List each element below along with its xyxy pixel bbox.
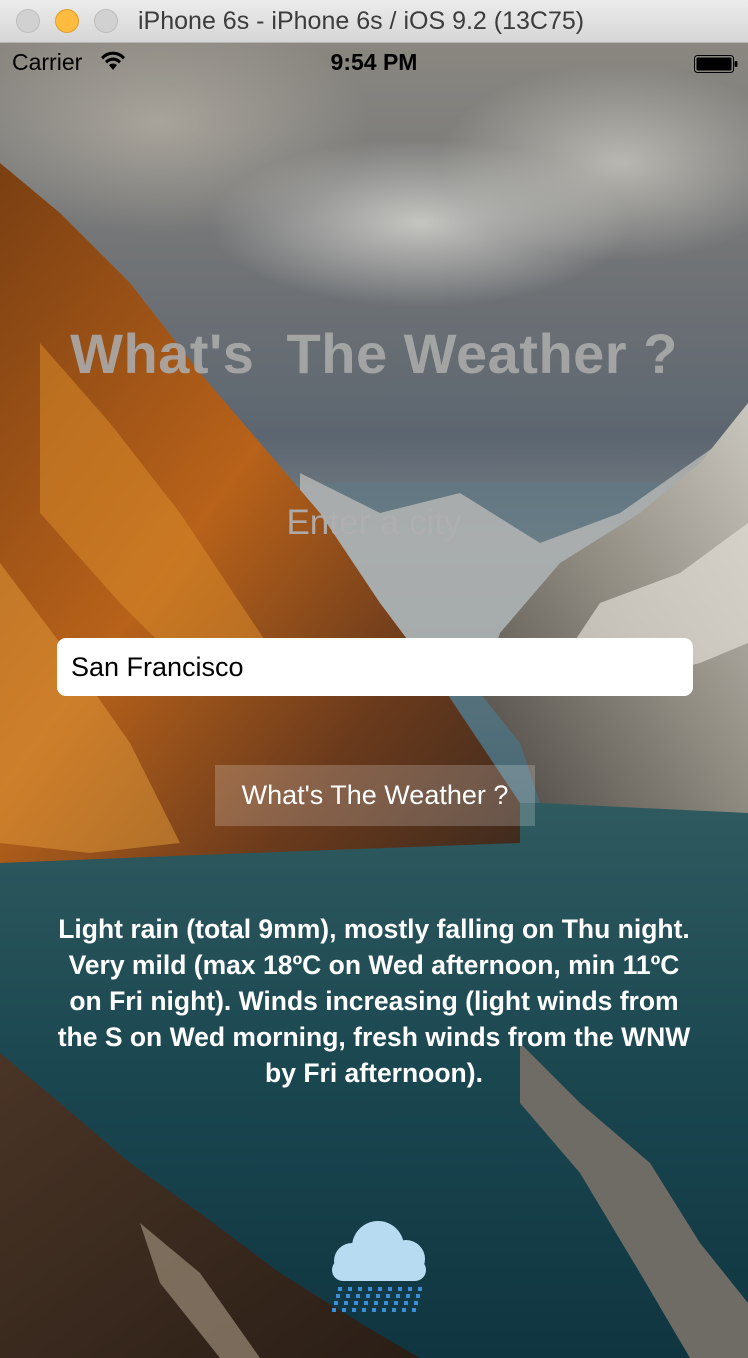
status-bar: Carrier 9:54 PM [0, 43, 748, 83]
window-title: iPhone 6s - iPhone 6s / iOS 9.2 (13C75) [138, 7, 585, 35]
city-prompt: Enter a city [286, 503, 462, 542]
status-time: 9:54 PM [330, 49, 418, 75]
maximize-window-button[interactable] [94, 9, 118, 33]
landscape-background [0, 163, 748, 1358]
rain-cloud-icon [332, 1221, 426, 1312]
city-input[interactable] [57, 638, 693, 696]
device-screen: Carrier 9:54 PM What's The Weather ? Ent… [0, 43, 748, 1358]
simulator-window: iPhone 6s - iPhone 6s / iOS 9.2 (13C75) [0, 0, 748, 1358]
forecast-text: Light rain (total 9mm), mostly falling o… [57, 914, 691, 1088]
battery-icon [694, 55, 738, 73]
close-window-button[interactable] [16, 9, 40, 33]
app-title: What's The Weather ? [70, 322, 678, 385]
get-weather-button[interactable]: What's The Weather ? [215, 765, 535, 826]
window-titlebar: iPhone 6s - iPhone 6s / iOS 9.2 (13C75) [0, 0, 748, 43]
minimize-window-button[interactable] [55, 9, 79, 33]
